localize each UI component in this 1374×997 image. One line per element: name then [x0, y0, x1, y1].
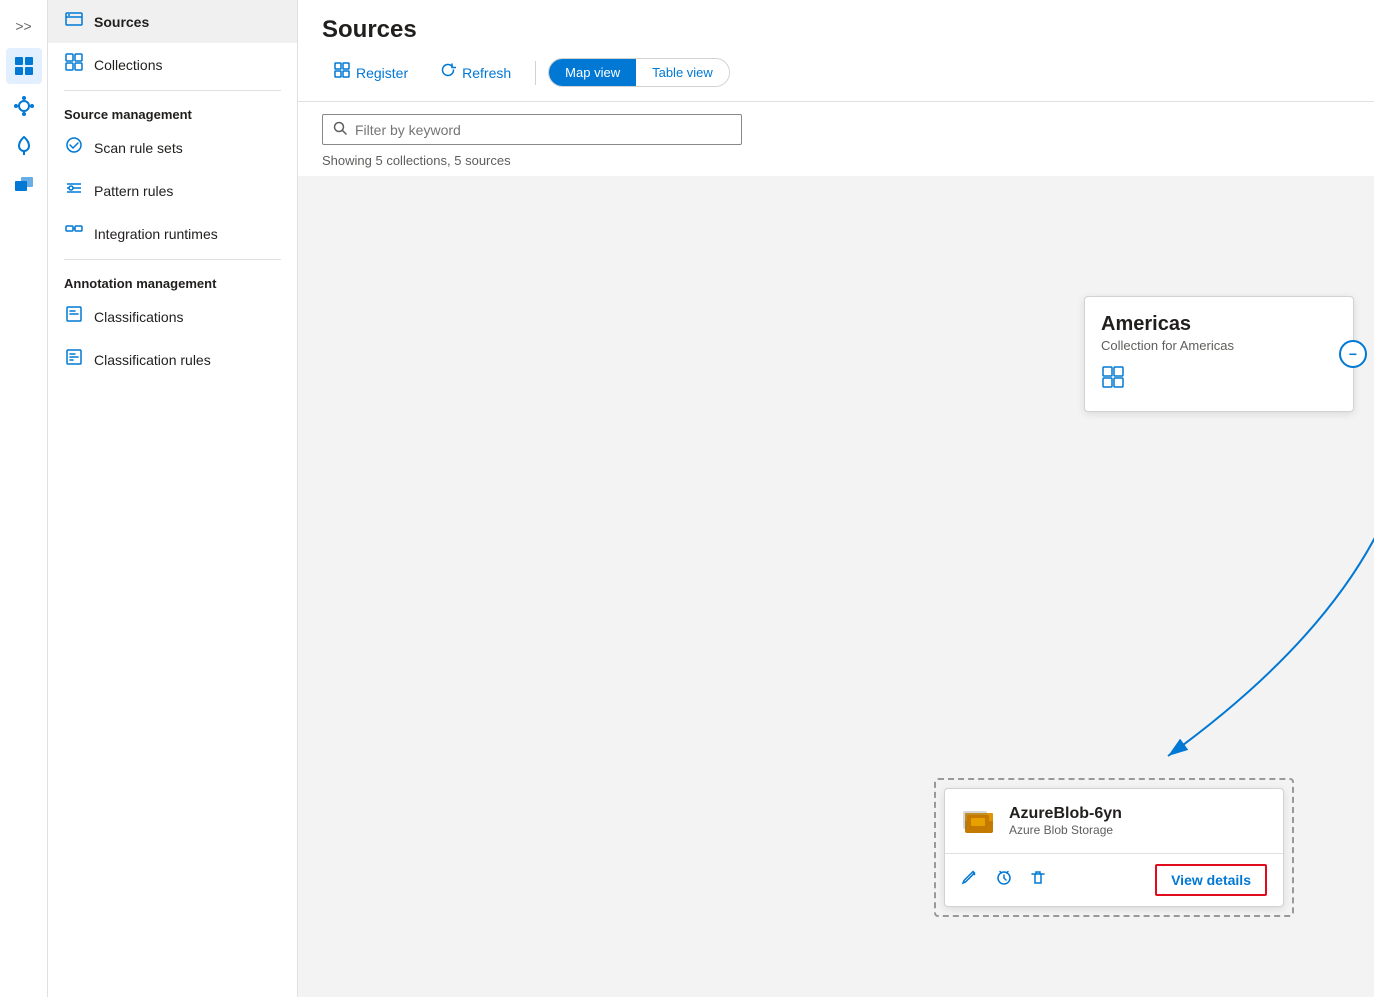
page-title: Sources [322, 16, 1350, 44]
collapse-rail-button[interactable]: >> [6, 8, 42, 44]
sidebar-item-sources[interactable]: Sources [48, 0, 297, 43]
classifications-label: Classifications [94, 309, 183, 325]
source-management-header: Source management [48, 95, 297, 126]
refresh-label: Refresh [462, 65, 511, 81]
blob-card-info: AzureBlob-6yn Azure Blob Storage [1009, 805, 1122, 837]
americas-subtitle: Collection for Americas [1101, 338, 1337, 353]
blob-card-type: Azure Blob Storage [1009, 823, 1122, 837]
blob-card-header: AzureBlob-6yn Azure Blob Storage [945, 789, 1283, 854]
pattern-rules-label: Pattern rules [94, 183, 173, 199]
icon-rail: >> [0, 0, 48, 997]
showing-text: Showing 5 collections, 5 sources [322, 153, 1350, 168]
filter-input[interactable] [355, 122, 731, 138]
sidebar-sources-label: Sources [94, 14, 149, 30]
blob-card-name: AzureBlob-6yn [1009, 805, 1122, 823]
sidebar-item-classifications[interactable]: Classifications [48, 295, 297, 338]
filter-bar: Showing 5 collections, 5 sources [298, 102, 1374, 176]
blob-card-actions: View details [945, 854, 1283, 906]
map-view-button[interactable]: Map view [549, 59, 636, 86]
connections-icon[interactable] [6, 88, 42, 124]
integration-runtimes-icon [64, 222, 84, 245]
delete-icon[interactable] [1029, 869, 1047, 892]
classification-rules-icon [64, 348, 84, 371]
register-button[interactable]: Register [322, 56, 420, 89]
view-details-button[interactable]: View details [1155, 864, 1267, 896]
refresh-icon [440, 62, 456, 83]
sources-nav-icon [64, 10, 84, 33]
sidebar-divider-1 [64, 90, 281, 91]
data-catalog-icon[interactable] [6, 48, 42, 84]
collapse-button[interactable]: − [1339, 340, 1367, 368]
map-area[interactable]: Americas Collection for Americas − [298, 176, 1374, 997]
toolbar-divider [535, 61, 536, 85]
table-view-button[interactable]: Table view [636, 59, 729, 86]
classification-rules-label: Classification rules [94, 352, 211, 368]
scan-icon[interactable] [995, 869, 1013, 892]
sidebar-item-collections[interactable]: Collections [48, 43, 297, 86]
sidebar-item-pattern-rules[interactable]: Pattern rules [48, 169, 297, 212]
filter-input-wrap [322, 114, 742, 145]
scan-rule-sets-icon [64, 136, 84, 159]
view-toggle: Map view Table view [548, 58, 730, 87]
filter-icon [333, 121, 347, 138]
integration-runtimes-label: Integration runtimes [94, 226, 218, 242]
sidebar-collections-label: Collections [94, 57, 162, 73]
pattern-rules-icon [64, 179, 84, 202]
sidebar-item-integration-runtimes[interactable]: Integration runtimes [48, 212, 297, 255]
sidebar-divider-2 [64, 259, 281, 260]
sidebar-item-scan-rule-sets[interactable]: Scan rule sets [48, 126, 297, 169]
refresh-button[interactable]: Refresh [428, 56, 523, 89]
americas-grid-icon[interactable] [1101, 365, 1337, 395]
blob-container: AzureBlob-6yn Azure Blob Storage [934, 778, 1294, 917]
toolbar-actions: Register Refresh Map view Table view [322, 56, 1350, 89]
register-icon [334, 62, 350, 83]
americas-title: Americas [1101, 313, 1337, 336]
classifications-icon [64, 305, 84, 328]
edit-icon[interactable] [961, 869, 979, 892]
register-label: Register [356, 65, 408, 81]
sidebar: Sources Collections Source management Sc… [48, 0, 298, 997]
scan-rule-sets-label: Scan rule sets [94, 140, 183, 156]
sidebar-item-classification-rules[interactable]: Classification rules [48, 338, 297, 381]
toolbar: Sources Register [298, 0, 1374, 102]
blob-storage-icon [961, 803, 997, 839]
americas-card: Americas Collection for Americas − [1084, 296, 1354, 412]
main-content: Sources Register [298, 0, 1374, 997]
insights-icon[interactable] [6, 128, 42, 164]
blob-card: AzureBlob-6yn Azure Blob Storage [944, 788, 1284, 907]
annotation-management-header: Annotation management [48, 264, 297, 295]
tools-icon[interactable] [6, 168, 42, 204]
collections-nav-icon [64, 53, 84, 76]
